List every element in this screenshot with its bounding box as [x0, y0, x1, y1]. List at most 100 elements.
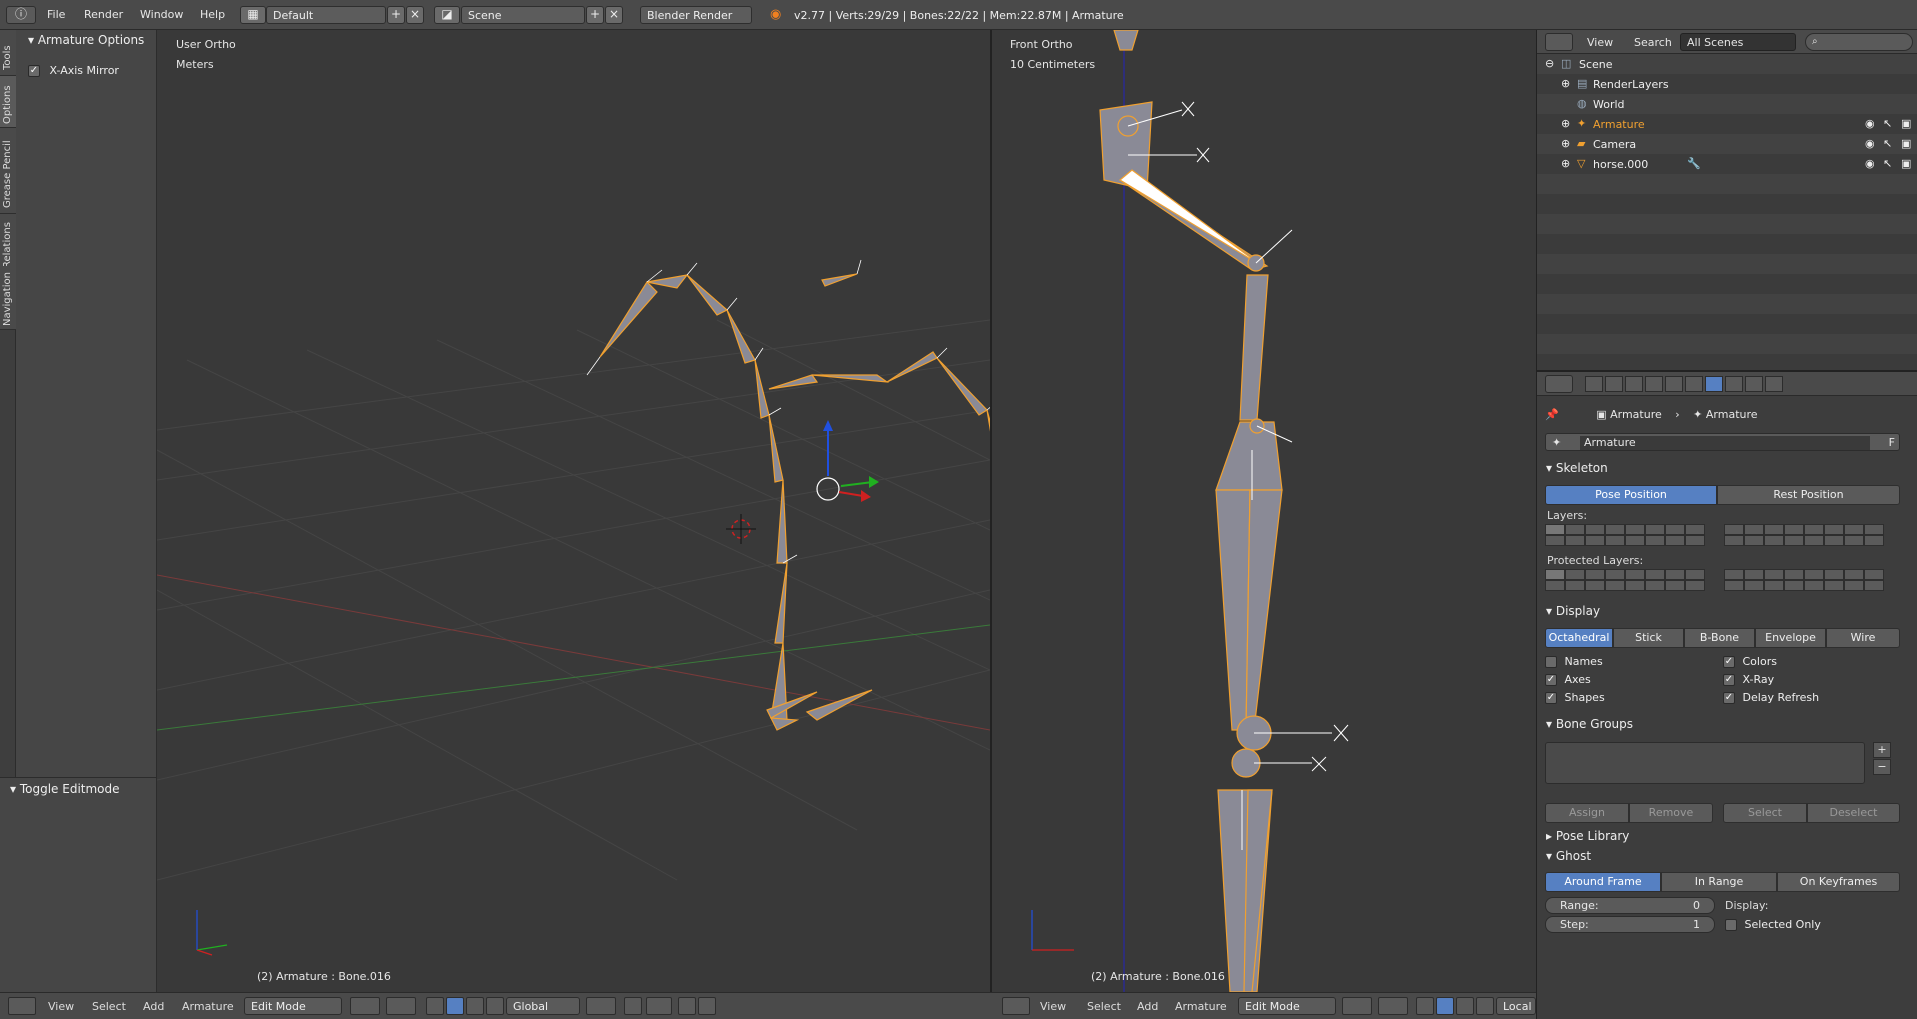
assign-button[interactable]: Assign: [1545, 803, 1629, 823]
fake-user-button[interactable]: F: [1889, 436, 1895, 449]
around-frame-button[interactable]: Around Frame: [1545, 872, 1661, 892]
wire-button[interactable]: Wire: [1826, 628, 1900, 648]
info-editor-icon[interactable]: ⓘ: [6, 6, 36, 24]
world-tab-icon[interactable]: [1645, 376, 1663, 392]
menu-add[interactable]: Add: [143, 1000, 164, 1013]
editor-type-icon[interactable]: [8, 997, 36, 1015]
3d-viewport-right[interactable]: Front Ortho 10 Centimeters (2) Armature …: [990, 30, 1535, 992]
outliner-row-world[interactable]: ◍ World: [1537, 94, 1917, 114]
object-tab-icon[interactable]: [1665, 376, 1683, 392]
shading-icon[interactable]: [350, 997, 380, 1015]
scene-icon[interactable]: ◪: [434, 6, 460, 24]
menu-select[interactable]: Select: [1087, 1000, 1121, 1013]
remove-bone-group-button[interactable]: −: [1873, 759, 1891, 775]
menu-file[interactable]: File: [47, 8, 65, 21]
viewport-grid-and-armature[interactable]: [157, 30, 990, 992]
orientation-select[interactable]: Global: [506, 997, 580, 1015]
add-bone-group-button[interactable]: +: [1873, 742, 1891, 758]
snap-icon[interactable]: [624, 997, 642, 1015]
colors-checkbox[interactable]: ✓ Colors: [1723, 655, 1777, 668]
menu-add[interactable]: Add: [1137, 1000, 1158, 1013]
bone-groups-panel-header[interactable]: ▾ Bone Groups: [1538, 715, 1898, 735]
outliner-row-camera[interactable]: ⊕ ▰ Camera ◉ ↖ ▣: [1537, 134, 1917, 154]
layer-icon[interactable]: [586, 997, 616, 1015]
tab-options[interactable]: Options: [0, 76, 16, 128]
editor-type-icon[interactable]: [1545, 375, 1573, 393]
render-icon[interactable]: ▣: [1901, 157, 1911, 170]
menu-armature[interactable]: Armature: [182, 1000, 234, 1013]
octahedral-button[interactable]: Octahedral: [1545, 628, 1613, 648]
eye-icon[interactable]: ◉: [1865, 157, 1875, 170]
menu-window[interactable]: Window: [140, 8, 183, 21]
pose-position-button[interactable]: Pose Position: [1545, 485, 1717, 505]
outliner-row-armature[interactable]: ⊕ ✦ Armature ◉ ↖ ▣: [1537, 114, 1917, 134]
armature-options-header[interactable]: ▾ Armature Options: [28, 33, 144, 47]
add-scene-button[interactable]: +: [586, 6, 604, 24]
bone-groups-list[interactable]: [1545, 742, 1865, 784]
protected-layers-grid-b[interactable]: [1724, 569, 1884, 591]
names-checkbox[interactable]: Names: [1545, 655, 1603, 668]
render-icon[interactable]: ▣: [1901, 137, 1911, 150]
tab-tools[interactable]: Tools: [0, 30, 16, 76]
x-axis-mirror-checkbox[interactable]: ✓ X-Axis Mirror: [28, 64, 119, 77]
display-panel-header[interactable]: ▾ Display: [1538, 602, 1898, 622]
menu-select[interactable]: Select: [92, 1000, 126, 1013]
menu-help[interactable]: Help: [200, 8, 225, 21]
tab-grease-pencil[interactable]: Grease Pencil: [0, 128, 16, 214]
add-layout-button[interactable]: +: [387, 6, 405, 24]
on-keyframes-button[interactable]: On Keyframes: [1777, 872, 1900, 892]
3d-viewport-left[interactable]: User Ortho Meters (2) Armature : Bone.01…: [157, 30, 990, 992]
layers-tab-icon[interactable]: [1605, 376, 1623, 392]
render-icon[interactable]: ▣: [1901, 117, 1911, 130]
bbone-button[interactable]: B-Bone: [1684, 628, 1755, 648]
delay-refresh-checkbox[interactable]: ✓ Delay Refresh: [1723, 691, 1819, 704]
delete-layout-button[interactable]: ×: [406, 6, 424, 24]
context-tabs[interactable]: [1585, 376, 1783, 392]
manipulator-icon[interactable]: [1416, 997, 1434, 1015]
mode-select[interactable]: Edit Mode: [244, 997, 342, 1015]
toggle-editmode-header[interactable]: ▾ Toggle Editmode: [10, 782, 120, 796]
outliner-row-renderlayers[interactable]: ⊕ ▤ RenderLayers: [1537, 74, 1917, 94]
outliner-row-horse[interactable]: ⊕ ▽ horse.000 🔧 ◉ ↖ ▣: [1537, 154, 1917, 174]
scene-tab-icon[interactable]: [1625, 376, 1643, 392]
menu-armature[interactable]: Armature: [1175, 1000, 1227, 1013]
render-engine-select[interactable]: Blender Render: [640, 6, 752, 24]
rest-position-button[interactable]: Rest Position: [1717, 485, 1900, 505]
menu-view[interactable]: View: [1587, 36, 1613, 49]
editor-type-icon[interactable]: [1002, 997, 1030, 1015]
screen-layout-grid-icon[interactable]: ▦: [240, 6, 266, 24]
layers-grid-a[interactable]: [1545, 524, 1705, 546]
protected-layers-grid-a[interactable]: [1545, 569, 1705, 591]
display-filter-select[interactable]: All Scenes: [1680, 33, 1796, 51]
eye-icon[interactable]: ◉: [1865, 117, 1875, 130]
bone-tab-icon[interactable]: [1725, 376, 1743, 392]
ghost-range-field[interactable]: Range: 0: [1545, 897, 1715, 914]
cursor-icon[interactable]: ↖: [1883, 137, 1892, 150]
front-armature-view[interactable]: [992, 30, 1535, 992]
cursor-icon[interactable]: ↖: [1883, 117, 1892, 130]
scene-field[interactable]: Scene: [461, 6, 585, 24]
pose-library-panel-header[interactable]: ▸ Pose Library: [1538, 827, 1898, 847]
translate-icon[interactable]: [446, 997, 464, 1015]
axes-checkbox[interactable]: ✓ Axes: [1545, 673, 1591, 686]
bone-constraint-tab-icon[interactable]: [1745, 376, 1763, 392]
constraints-tab-icon[interactable]: [1685, 376, 1703, 392]
outliner-row-scene[interactable]: ⊖ ◫ Scene: [1537, 54, 1917, 74]
deselect-button[interactable]: Deselect: [1807, 803, 1900, 823]
delete-scene-button[interactable]: ×: [605, 6, 623, 24]
outliner-search-input[interactable]: ⌕: [1805, 33, 1913, 51]
texture-tab-icon[interactable]: [1765, 376, 1783, 392]
shapes-checkbox[interactable]: ✓ Shapes: [1545, 691, 1605, 704]
tab-navigation[interactable]: Navigation: [0, 266, 16, 330]
in-range-button[interactable]: In Range: [1661, 872, 1777, 892]
render-tab-icon[interactable]: [1585, 376, 1603, 392]
xray-checkbox[interactable]: ✓ X-Ray: [1723, 673, 1774, 686]
ghost-panel-header[interactable]: ▾ Ghost: [1538, 847, 1898, 867]
remove-button[interactable]: Remove: [1629, 803, 1713, 823]
scale-icon[interactable]: [486, 997, 504, 1015]
translate-icon[interactable]: [1436, 997, 1454, 1015]
snap-element-icon[interactable]: [646, 997, 672, 1015]
scale-icon[interactable]: [1476, 997, 1494, 1015]
selected-only-checkbox[interactable]: Selected Only: [1725, 918, 1821, 931]
shading-icon[interactable]: [1342, 997, 1372, 1015]
